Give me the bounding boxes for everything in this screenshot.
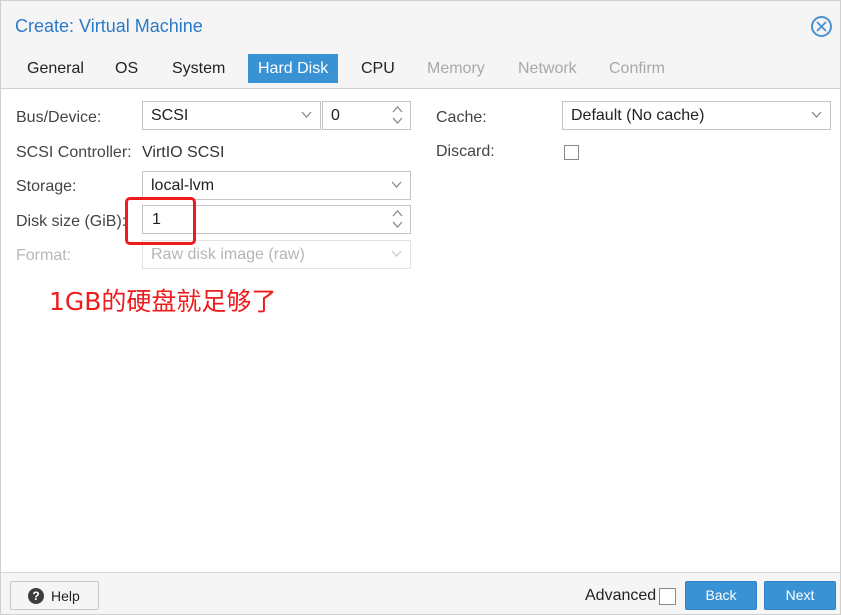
cache-label: Cache: — [436, 109, 487, 126]
hard-disk-panel: Bus/Device: SCSI 0 SCSI Controller: Virt… — [1, 90, 840, 572]
chevron-down-icon — [391, 250, 402, 257]
dialog-footer: ? Help Advanced Back Next — [1, 572, 840, 614]
cache-select[interactable]: Default (No cache) — [562, 101, 831, 130]
disk-size-value: 1 — [152, 211, 161, 228]
bus-select[interactable]: SCSI — [142, 101, 321, 130]
wizard-tabs: General OS System Hard Disk CPU Memory N… — [1, 51, 840, 89]
spinner-arrows-icon[interactable] — [392, 105, 403, 125]
discard-checkbox[interactable] — [564, 145, 579, 160]
format-label: Format: — [16, 247, 72, 264]
bus-value: SCSI — [151, 107, 189, 124]
discard-label: Discard: — [436, 143, 495, 160]
tab-cpu[interactable]: CPU — [351, 54, 405, 83]
help-label: Help — [51, 588, 80, 604]
next-button[interactable]: Next — [764, 581, 836, 610]
tab-confirm: Confirm — [609, 60, 666, 77]
tab-network: Network — [518, 60, 577, 77]
chevron-down-icon — [301, 111, 312, 118]
dialog-header: Create: Virtual Machine — [1, 1, 840, 51]
scsi-controller-value: VirtIO SCSI — [142, 144, 225, 161]
question-circle-icon: ? — [28, 588, 44, 604]
back-button[interactable]: Back — [685, 581, 757, 610]
create-vm-dialog: Create: Virtual Machine General OS Syste… — [0, 0, 841, 615]
chevron-down-icon — [811, 111, 822, 118]
storage-select[interactable]: local-lvm — [142, 171, 411, 200]
help-button[interactable]: ? Help — [10, 581, 99, 610]
bus-device-label: Bus/Device: — [16, 109, 102, 126]
storage-label: Storage: — [16, 178, 77, 195]
close-icon[interactable] — [811, 16, 832, 37]
tab-os[interactable]: OS — [105, 54, 148, 83]
device-number-stepper[interactable]: 0 — [322, 101, 411, 130]
annotation-text: 1GB的硬盘就足够了 — [49, 287, 277, 316]
tab-memory: Memory — [427, 60, 485, 77]
tab-system[interactable]: System — [162, 54, 235, 83]
chevron-down-icon — [391, 181, 402, 188]
format-select: Raw disk image (raw) — [142, 240, 411, 269]
advanced-label: Advanced — [585, 587, 657, 604]
disk-size-input[interactable]: 1 — [142, 205, 411, 234]
spinner-arrows-icon[interactable] — [392, 209, 403, 229]
disk-size-label: Disk size (GiB): — [16, 213, 127, 230]
tab-hard-disk[interactable]: Hard Disk — [248, 54, 339, 83]
scsi-controller-label: SCSI Controller: — [16, 144, 132, 161]
device-number-value: 0 — [331, 107, 340, 124]
cache-value: Default (No cache) — [571, 107, 705, 124]
tab-general[interactable]: General — [17, 54, 94, 83]
advanced-checkbox[interactable] — [659, 588, 676, 605]
storage-value: local-lvm — [151, 177, 215, 194]
dialog-title: Create: Virtual Machine — [15, 16, 203, 36]
format-value: Raw disk image (raw) — [151, 246, 305, 263]
